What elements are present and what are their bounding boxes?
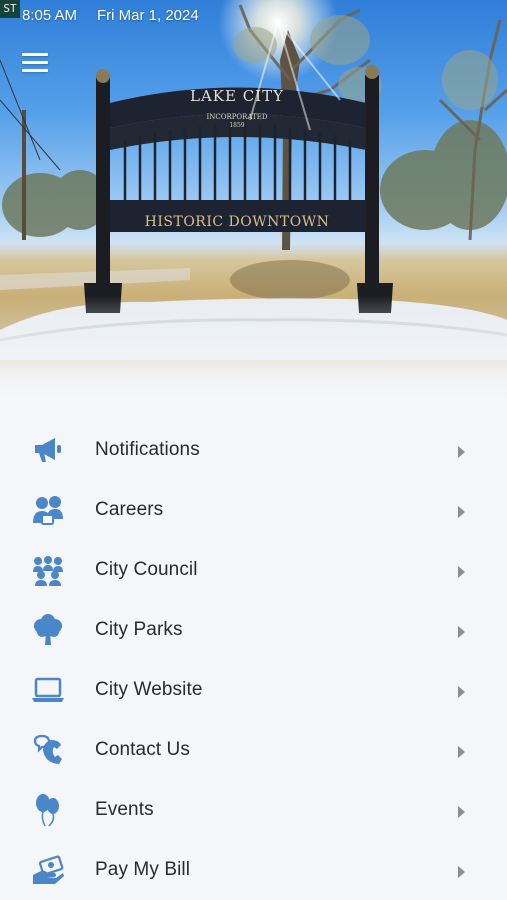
sign-bottom-text: HISTORIC DOWNTOWN [145,214,330,230]
hamburger-bar [22,61,48,64]
menu-item-label: Careers [95,499,164,520]
menu-item-label: Pay My Bill [95,859,191,880]
menu-item-label: Contact Us [95,739,190,760]
hero-image: LAKE CITY INCORPORATED 1859 HISTORIC DOW… [0,0,507,405]
hamburger-bar [22,69,48,72]
chevron-right-icon [458,506,465,518]
menu-item-label: City Parks [95,619,183,640]
menu-item-label: Events [95,799,154,820]
chevron-right-icon [458,626,465,638]
balloons-icon [31,793,65,827]
hero-fade [0,295,507,405]
chevron-right-icon [458,866,465,878]
people-briefcase-icon [31,493,65,527]
status-bar: ST 8:05 AM Fri Mar 1, 2024 [0,0,507,30]
menu-item-city-council[interactable]: City Council [0,540,507,600]
sign-incorporated-text: INCORPORATED [206,113,267,121]
phone-chat-icon [31,733,65,767]
money-hand-icon [31,853,65,887]
menu-item-label: Notifications [95,439,200,460]
main-menu-list: Notifications Careers City Council City … [0,420,507,900]
menu-item-pay-my-bill[interactable]: Pay My Bill [0,840,507,900]
status-time: 8:05 AM [22,7,78,24]
menu-item-label: City Council [95,559,198,580]
hamburger-bar [22,53,48,56]
group-icon [31,553,65,587]
menu-item-contact-us[interactable]: Contact Us [0,720,507,780]
menu-item-city-parks[interactable]: City Parks [0,600,507,660]
status-badge: ST [0,0,20,18]
laptop-icon [31,673,65,707]
status-date: Fri Mar 1, 2024 [97,7,199,24]
menu-item-label: City Website [95,679,203,700]
menu-item-notifications[interactable]: Notifications [0,420,507,480]
hamburger-menu-button[interactable] [20,50,54,76]
megaphone-icon [31,433,65,467]
chevron-right-icon [458,566,465,578]
menu-item-city-website[interactable]: City Website [0,660,507,720]
tree-icon [31,613,65,647]
chevron-right-icon [458,446,465,458]
chevron-right-icon [458,806,465,818]
chevron-right-icon [458,686,465,698]
chevron-right-icon [458,746,465,758]
sign-year-text: 1859 [229,122,244,129]
menu-item-events[interactable]: Events [0,780,507,840]
sign-top-text: LAKE CITY [190,87,284,105]
menu-item-careers[interactable]: Careers [0,480,507,540]
